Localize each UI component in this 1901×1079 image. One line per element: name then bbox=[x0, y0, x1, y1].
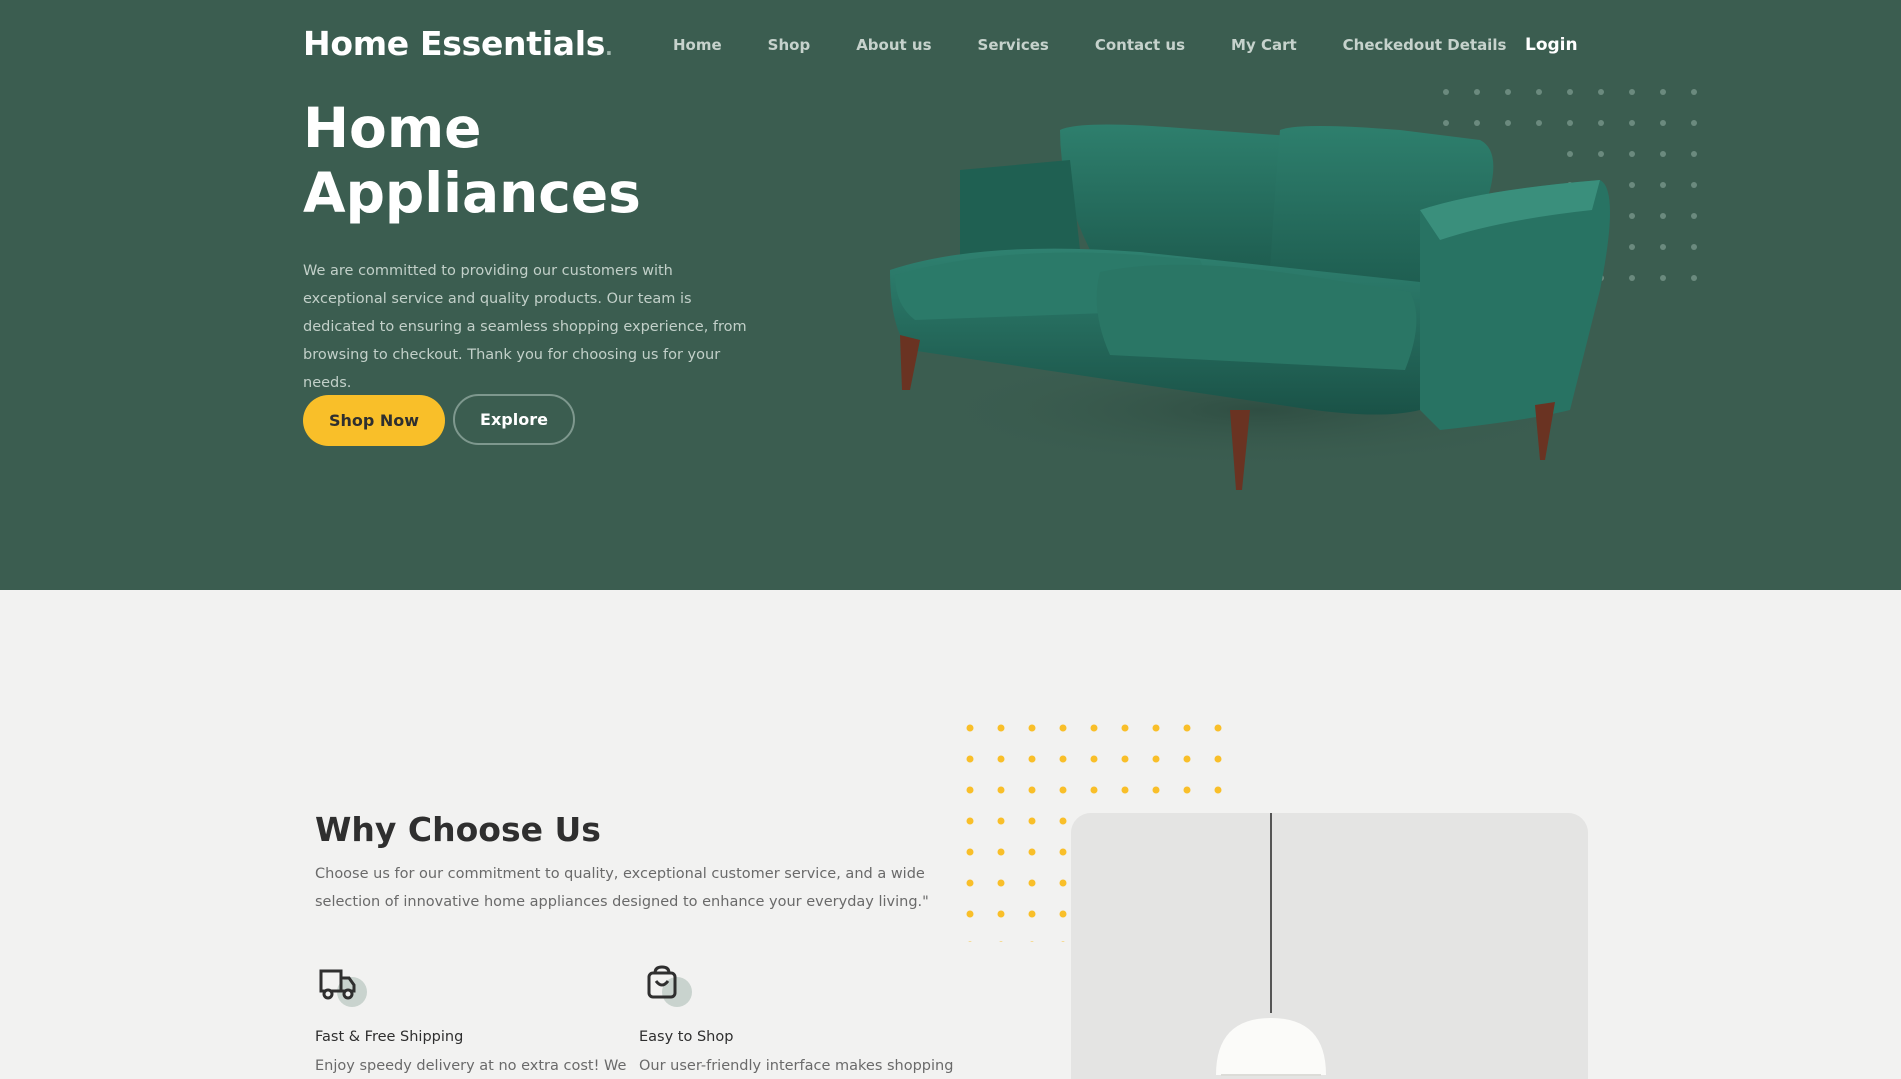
feature-desc-easy-shop: Our user-friendly interface makes shoppi… bbox=[639, 1058, 954, 1074]
nav-item-checkedout-details[interactable]: Checkedout Details bbox=[1343, 36, 1507, 54]
nav-item-shop[interactable]: Shop bbox=[768, 36, 811, 54]
hero-title-line2: Appliances bbox=[303, 161, 641, 225]
lamp-image bbox=[1071, 813, 1588, 1079]
brand-dot: . bbox=[605, 36, 613, 60]
hero-description: We are committed to providing our custom… bbox=[303, 263, 747, 391]
login-link[interactable]: Login bbox=[1525, 35, 1578, 55]
explore-button[interactable]: Explore bbox=[453, 394, 575, 445]
brand-logo[interactable]: Home Essentials. bbox=[303, 24, 613, 63]
sofa-image bbox=[890, 124, 1610, 490]
why-choose-us-title: Why Choose Us bbox=[315, 810, 601, 849]
nav-item-services[interactable]: Services bbox=[978, 36, 1049, 54]
main-nav: Home Shop About us Services Contact us M… bbox=[650, 36, 1529, 54]
feature-title-easy-shop: Easy to Shop bbox=[639, 1029, 734, 1045]
feature-desc-shipping: Enjoy speedy delivery at no extra cost! … bbox=[315, 1058, 627, 1074]
shop-now-button[interactable]: Shop Now bbox=[303, 395, 445, 446]
nav-item-home[interactable]: Home bbox=[673, 36, 722, 54]
why-choose-us-description: Choose us for our commitment to quality,… bbox=[315, 866, 929, 910]
truck-icon bbox=[318, 968, 372, 1016]
nav-item-about-us[interactable]: About us bbox=[856, 36, 931, 54]
hero-section: Home Essentials. Home Shop About us Serv… bbox=[0, 0, 1901, 590]
hero-title-line1: Home bbox=[303, 96, 482, 160]
nav-item-contact-us[interactable]: Contact us bbox=[1095, 36, 1185, 54]
hero-title: Home Appliances bbox=[303, 96, 723, 226]
shopping-bag-icon bbox=[645, 965, 699, 1015]
nav-item-my-cart[interactable]: My Cart bbox=[1231, 36, 1297, 54]
feature-title-shipping: Fast & Free Shipping bbox=[315, 1029, 464, 1045]
brand-name: Home Essentials bbox=[303, 24, 606, 63]
